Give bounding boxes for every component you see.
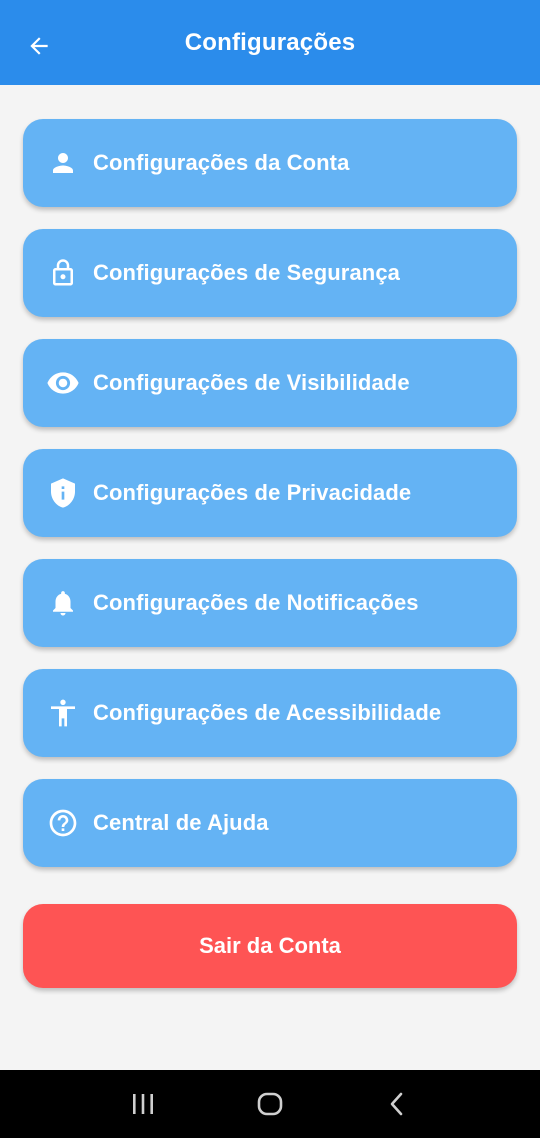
lock-icon — [46, 256, 80, 290]
system-navigation-bar — [0, 1070, 540, 1138]
menu-item-label: Configurações de Notificações — [93, 590, 419, 615]
eye-icon — [46, 366, 80, 400]
recent-apps-icon — [133, 1094, 154, 1114]
help-center-button[interactable]: Central de Ajuda — [23, 779, 517, 867]
account-settings-button[interactable]: Configurações da Conta — [23, 119, 517, 207]
shield-info-icon — [46, 476, 80, 510]
privacy-settings-button[interactable]: Configurações de Privacidade — [23, 449, 517, 537]
bell-icon — [46, 586, 80, 620]
settings-menu: Configurações da Conta Configurações de … — [23, 119, 517, 889]
menu-item-label: Configurações de Acessibilidade — [93, 700, 442, 725]
notification-settings-button[interactable]: Configurações de Notificações — [23, 559, 517, 647]
menu-item-label: Configurações da Conta — [93, 150, 350, 175]
menu-item-label: Configurações de Privacidade — [93, 480, 412, 505]
home-button[interactable] — [250, 1084, 290, 1124]
menu-item-label: Central de Ajuda — [93, 810, 269, 835]
accessibility-settings-button[interactable]: Configurações de Acessibilidade — [23, 669, 517, 757]
menu-item-label: Configurações de Visibilidade — [93, 370, 410, 395]
back-icon — [390, 1092, 402, 1116]
back-nav-button[interactable] — [377, 1084, 417, 1124]
back-button[interactable] — [20, 27, 58, 65]
arrow-left-icon — [30, 37, 48, 55]
recent-apps-button[interactable] — [123, 1084, 163, 1124]
app-bar: Configurações — [0, 0, 540, 85]
logout-button[interactable]: Sair da Conta — [23, 904, 517, 988]
help-circle-icon — [46, 806, 80, 840]
security-settings-button[interactable]: Configurações de Segurança — [23, 229, 517, 317]
menu-item-label: Configurações de Segurança — [93, 260, 401, 285]
page-title: Configurações — [184, 28, 356, 56]
logout-label: Sair da Conta — [199, 933, 341, 958]
visibility-settings-button[interactable]: Configurações de Visibilidade — [23, 339, 517, 427]
home-icon — [257, 1092, 283, 1116]
person-icon — [46, 146, 80, 180]
accessibility-icon — [46, 696, 80, 730]
